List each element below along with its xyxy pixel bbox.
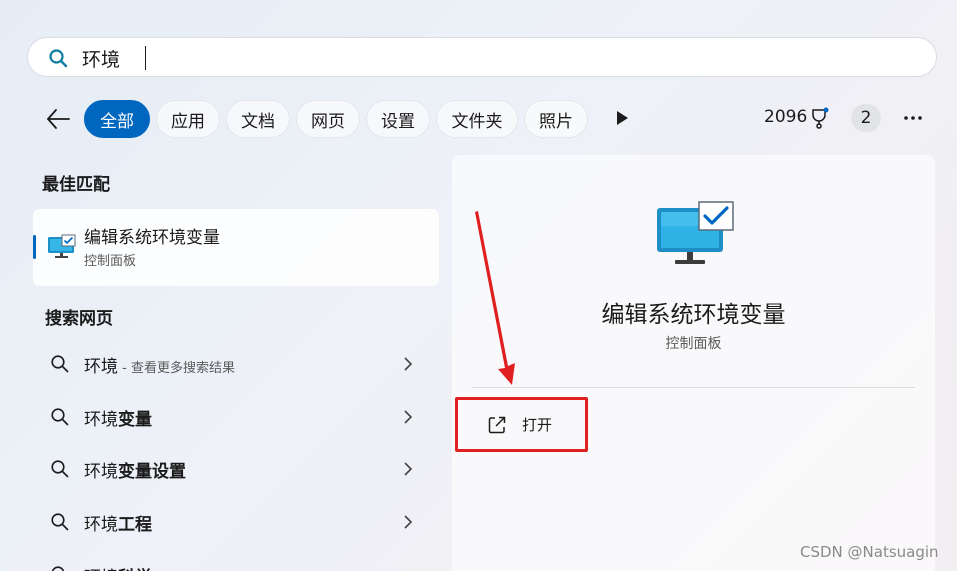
web-search-item[interactable]: 环境 - 查看更多搜索结果 xyxy=(33,340,439,390)
web-search-text: 环境 - 查看更多搜索结果 xyxy=(84,357,235,377)
trophy-icon[interactable] xyxy=(808,107,830,129)
system-properties-icon xyxy=(657,201,734,264)
open-button[interactable]: 打开 xyxy=(455,397,588,452)
web-search-text: 环境变量设置 xyxy=(84,462,186,482)
rewards-points[interactable]: 2096 xyxy=(764,107,807,127)
detail-title: 编辑系统环境变量 xyxy=(601,302,786,328)
chevron-right-icon xyxy=(404,410,413,424)
best-match-heading: 最佳匹配 xyxy=(42,175,110,195)
web-search-text: 环境变量 xyxy=(84,410,152,430)
open-button-label: 打开 xyxy=(522,416,553,434)
search-icon xyxy=(51,513,69,531)
filter-row: 全部 应用 文档 网页 设置 文件夹 照片 2096 2 xyxy=(0,98,957,140)
filter-chip-folders[interactable]: 文件夹 xyxy=(436,100,518,138)
web-search-item[interactable]: 环境科学 xyxy=(33,551,439,571)
divider xyxy=(472,387,915,388)
filter-chip-apps[interactable]: 应用 xyxy=(156,100,220,138)
back-arrow-icon[interactable] xyxy=(44,106,72,132)
detail-category: 控制面板 xyxy=(665,336,722,352)
best-match-subtitle: 控制面板 xyxy=(84,254,137,269)
web-search-item[interactable]: 环境变量设置 xyxy=(33,445,439,495)
search-icon xyxy=(51,408,69,426)
search-icon xyxy=(49,49,68,68)
web-search-text: 环境科学 xyxy=(84,563,152,571)
search-icon xyxy=(51,355,69,373)
open-external-icon xyxy=(488,416,506,434)
play-icon[interactable] xyxy=(615,110,629,126)
system-properties-icon xyxy=(48,234,76,258)
text-caret xyxy=(145,46,146,70)
search-icon xyxy=(51,566,65,571)
web-search-heading: 搜索网页 xyxy=(45,309,113,329)
selection-indicator xyxy=(33,235,36,259)
chevron-right-icon xyxy=(404,515,413,529)
filter-chip-photos[interactable]: 照片 xyxy=(524,100,588,138)
search-icon xyxy=(51,460,69,478)
filter-chip-web[interactable]: 网页 xyxy=(296,100,360,138)
best-match-item[interactable]: 编辑系统环境变量 控制面板 xyxy=(33,209,439,286)
best-match-title: 编辑系统环境变量 xyxy=(84,228,220,248)
notification-badge[interactable]: 2 xyxy=(851,104,881,132)
filter-chip-all[interactable]: 全部 xyxy=(84,100,150,138)
web-search-text: 环境工程 xyxy=(84,515,152,535)
web-search-item[interactable]: 环境工程 xyxy=(33,498,439,548)
detail-panel: 编辑系统环境变量 控制面板 打开 xyxy=(452,155,935,571)
web-search-item[interactable]: 环境变量 xyxy=(33,393,439,443)
filter-chip-documents[interactable]: 文档 xyxy=(226,100,290,138)
chevron-right-icon xyxy=(404,357,413,371)
chevron-right-icon xyxy=(404,462,413,476)
watermark: CSDN @Natsuagin xyxy=(800,543,939,561)
search-box[interactable] xyxy=(27,37,937,77)
search-input[interactable] xyxy=(82,44,902,72)
more-options-icon[interactable] xyxy=(901,110,925,126)
filter-chip-settings[interactable]: 设置 xyxy=(366,100,430,138)
